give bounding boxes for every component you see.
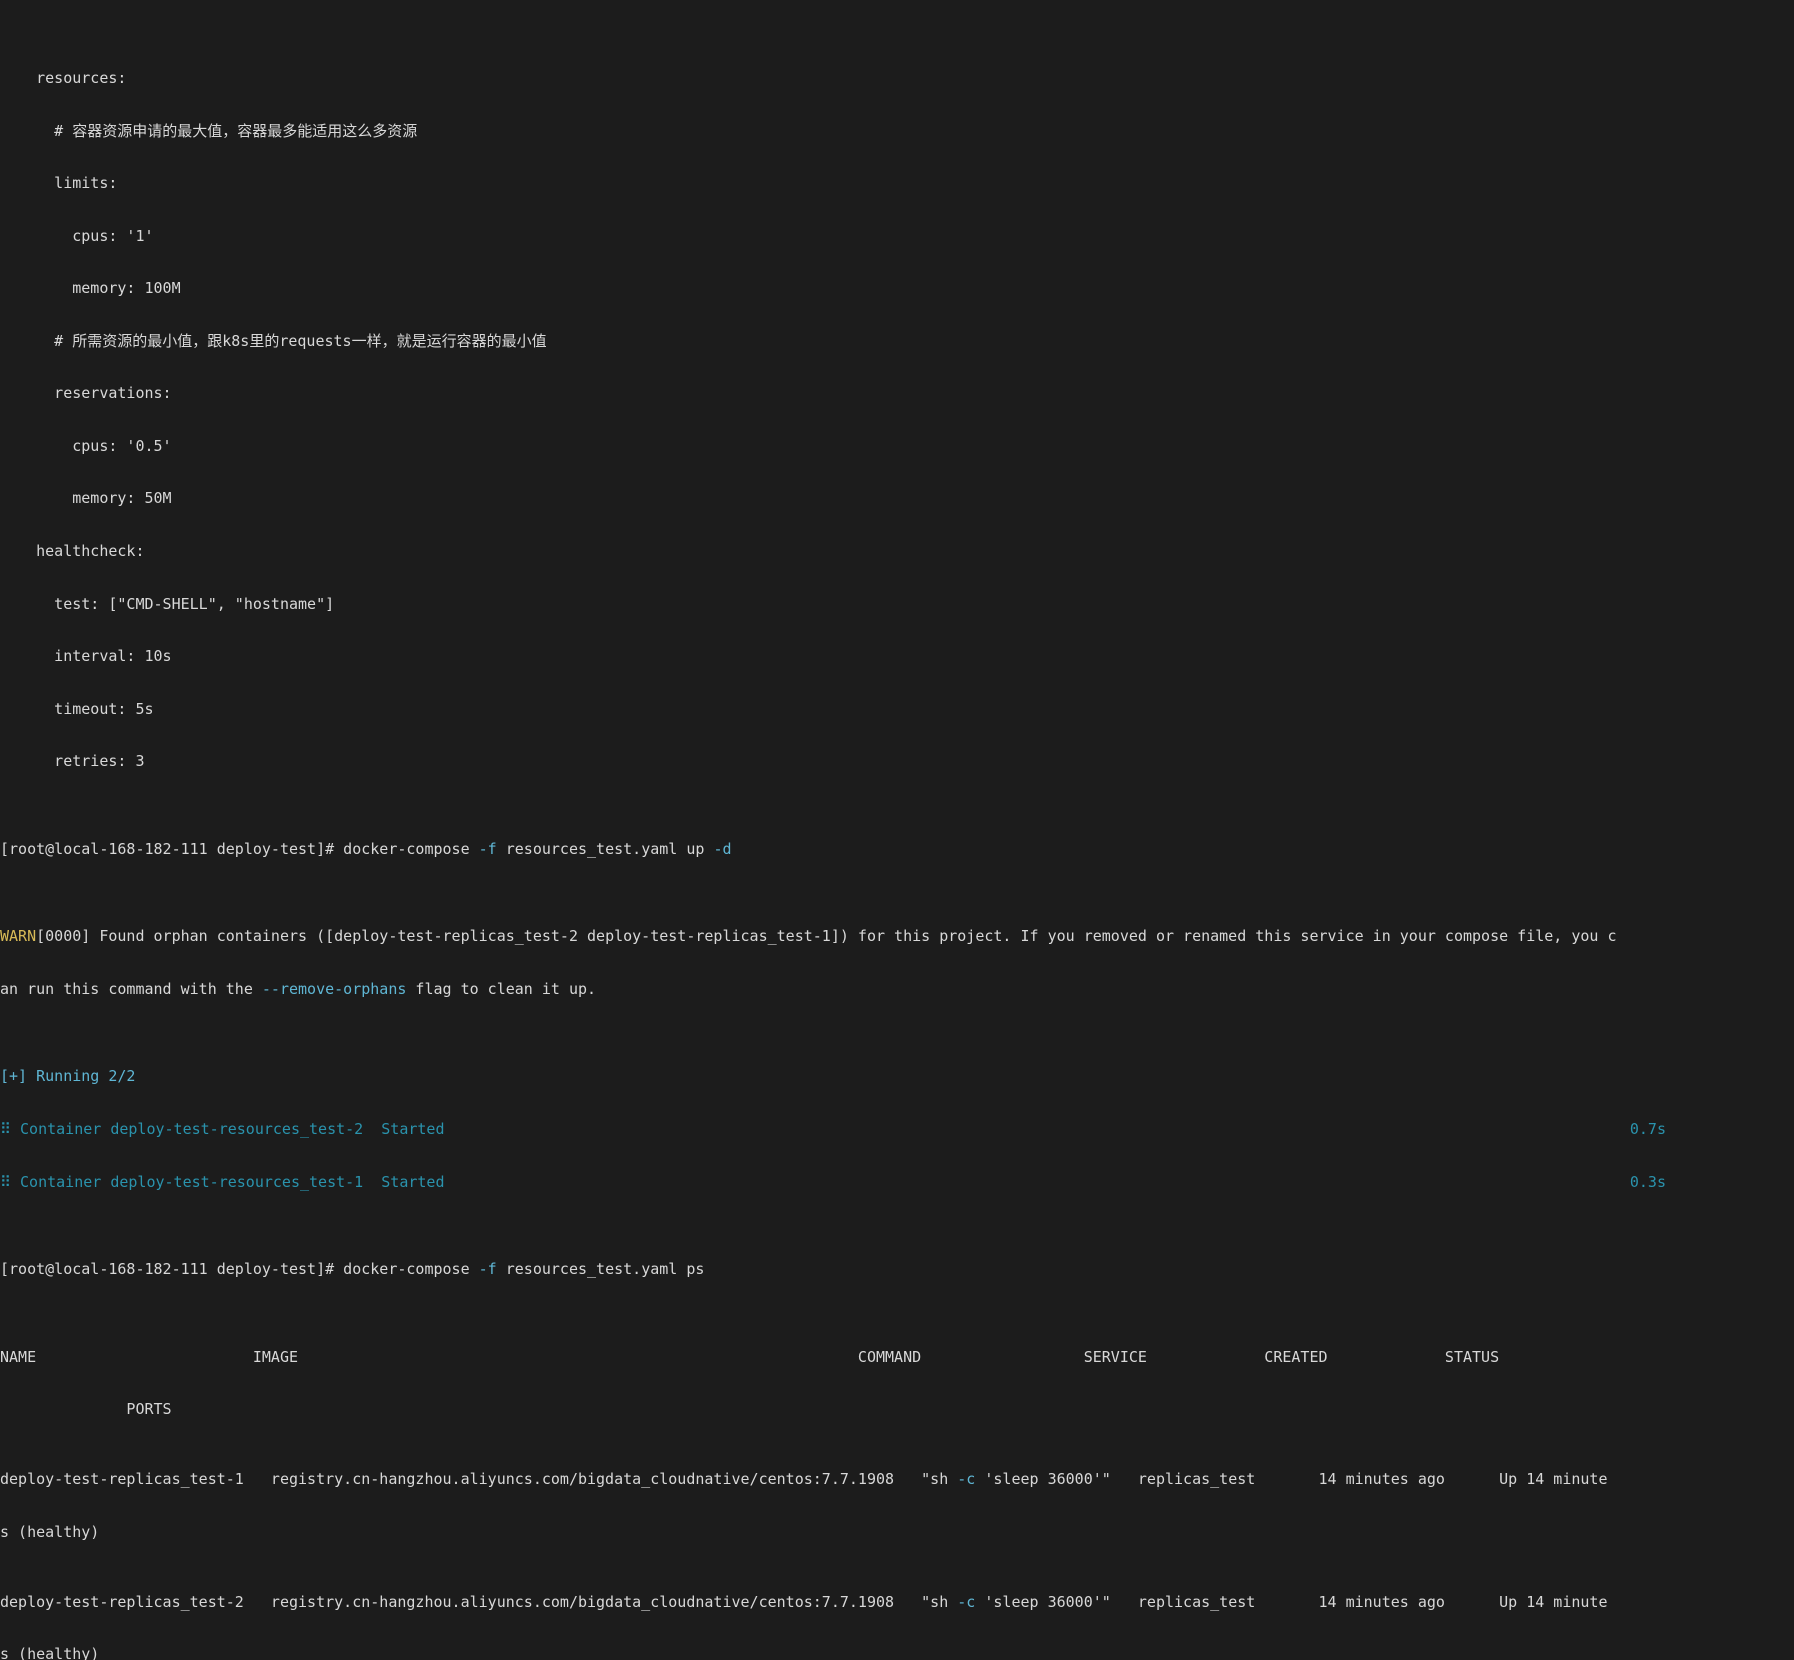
ps-row-text: deploy-test-replicas_test-2 registry.cn-… xyxy=(0,1592,958,1611)
yaml-text: memory: 50M xyxy=(0,489,172,508)
yaml-line: limits: xyxy=(0,174,1794,193)
container-elapsed-time: 0.7s xyxy=(1629,1120,1666,1138)
container-started-row: ⠿ Container deploy-test-resources_test-1… xyxy=(0,1172,1794,1192)
yaml-line: cpus: '0.5' xyxy=(0,436,1794,456)
command-line-ps[interactable]: [root@local-168-182-111 deploy-test]# do… xyxy=(0,1260,1794,1279)
ps-table-header-wrap: PORTS xyxy=(0,1400,1794,1419)
yaml-line: timeout: 5s xyxy=(0,699,1794,719)
yaml-line: retries: 3 xyxy=(0,752,1794,771)
ps-table-header: NAME IMAGE COMMAND SERVICE CREATED STATU… xyxy=(0,1347,1794,1367)
yaml-line: memory: 50M xyxy=(0,490,1794,508)
ps-row-text: deploy-test-replicas_test-1 registry.cn-… xyxy=(0,1470,958,1489)
table-row-wrap: s (healthy) xyxy=(0,1646,1794,1660)
warn-line-2: an run this command with the --remove-or… xyxy=(0,979,1794,999)
yaml-text: cpus: '0.5' xyxy=(0,436,172,455)
shell-prompt: [root@local-168-182-111 deploy-test]# xyxy=(0,839,335,858)
ps-row-status-wrap: s (healthy) xyxy=(0,1522,100,1541)
yaml-comment: # 所需资源的最小值，跟k8s里的requests一样，就是运行容器的最小值 xyxy=(0,331,547,350)
running-header: [+] Running 2/2 xyxy=(0,1068,1794,1086)
command-text: docker-compose xyxy=(334,1260,479,1279)
yaml-text: interval: 10s xyxy=(0,647,172,666)
container-elapsed-time: 0.3s xyxy=(1629,1172,1666,1191)
table-row: deploy-test-replicas_test-1 registry.cn-… xyxy=(0,1471,1794,1489)
yaml-line: healthcheck: xyxy=(0,541,1794,561)
yaml-line: cpus: '1' xyxy=(0,226,1794,246)
warn-body: an run this command with the xyxy=(0,979,262,998)
command-flag-c: -c xyxy=(957,1592,976,1611)
yaml-text: timeout: 5s xyxy=(0,699,154,718)
yaml-text: reservations: xyxy=(0,384,172,403)
ps-header-ports: PORTS xyxy=(0,1400,172,1419)
command-flag-f: -f xyxy=(478,839,497,858)
warn-flag-remove-orphans: --remove-orphans xyxy=(261,979,407,998)
ps-row-status-wrap: s (healthy) xyxy=(0,1645,100,1660)
yaml-text: limits: xyxy=(0,174,118,193)
yaml-text: cpus: '1' xyxy=(0,226,154,245)
command-line-up[interactable]: [root@local-168-182-111 deploy-test]# do… xyxy=(0,839,1794,859)
yaml-text: retries: 3 xyxy=(0,752,145,771)
shell-prompt: [root@local-168-182-111 deploy-test]# xyxy=(0,1260,335,1279)
yaml-comment: # 容器资源申请的最大值，容器最多能适用这么多资源 xyxy=(0,121,418,140)
container-started-row: ⠿ Container deploy-test-resources_test-2… xyxy=(0,1120,1794,1139)
warn-tag: WARN xyxy=(0,927,37,946)
yaml-line: memory: 100M xyxy=(0,279,1794,298)
ps-header-text: NAME IMAGE COMMAND SERVICE CREATED STATU… xyxy=(0,1347,1500,1366)
table-row-wrap: s (healthy) xyxy=(0,1522,1794,1542)
yaml-line: test: ["CMD-SHELL", "hostname"] xyxy=(0,594,1794,614)
yaml-line: reservations: xyxy=(0,385,1794,403)
running-header-text: [+] Running 2/2 xyxy=(0,1067,136,1086)
container-started-text: Container deploy-test-resources_test-2 S… xyxy=(11,1120,445,1138)
command-flag-f: -f xyxy=(478,1260,497,1279)
yaml-text: healthcheck: xyxy=(0,541,145,560)
yaml-line: interval: 10s xyxy=(0,647,1794,666)
command-text: resources_test.yaml ps xyxy=(496,1260,705,1279)
warn-body: [0000] Found orphan containers ([deploy-… xyxy=(36,927,1617,946)
spinner-icon: ⠿ xyxy=(0,1120,11,1138)
terminal-window[interactable]: resources: # 容器资源申请的最大值，容器最多能适用这么多资源 lim… xyxy=(0,0,1794,1660)
warn-body: flag to clean it up. xyxy=(406,979,597,998)
command-flag-d: -d xyxy=(713,839,732,858)
yaml-line: # 所需资源的最小值，跟k8s里的requests一样，就是运行容器的最小值 xyxy=(0,331,1794,351)
yaml-line: resources: xyxy=(0,69,1794,88)
yaml-line: # 容器资源申请的最大值，容器最多能适用这么多资源 xyxy=(0,121,1794,141)
table-row: deploy-test-replicas_test-2 registry.cn-… xyxy=(0,1592,1794,1612)
command-flag-c: -c xyxy=(957,1470,976,1489)
yaml-text: memory: 100M xyxy=(0,279,181,298)
spinner-icon: ⠿ xyxy=(0,1172,11,1191)
ps-row-text: 'sleep 36000'" replicas_test 14 minutes … xyxy=(975,1592,1608,1611)
ps-row-text: 'sleep 36000'" replicas_test 14 minutes … xyxy=(975,1470,1608,1489)
container-started-text: Container deploy-test-resources_test-1 S… xyxy=(11,1172,445,1191)
yaml-text: test: ["CMD-SHELL", "hostname"] xyxy=(0,594,335,613)
command-text: docker-compose xyxy=(334,839,479,858)
command-text: resources_test.yaml up xyxy=(496,839,714,858)
warn-line-1: WARN[0000] Found orphan containers ([dep… xyxy=(0,928,1794,946)
yaml-text: resources: xyxy=(0,69,127,88)
